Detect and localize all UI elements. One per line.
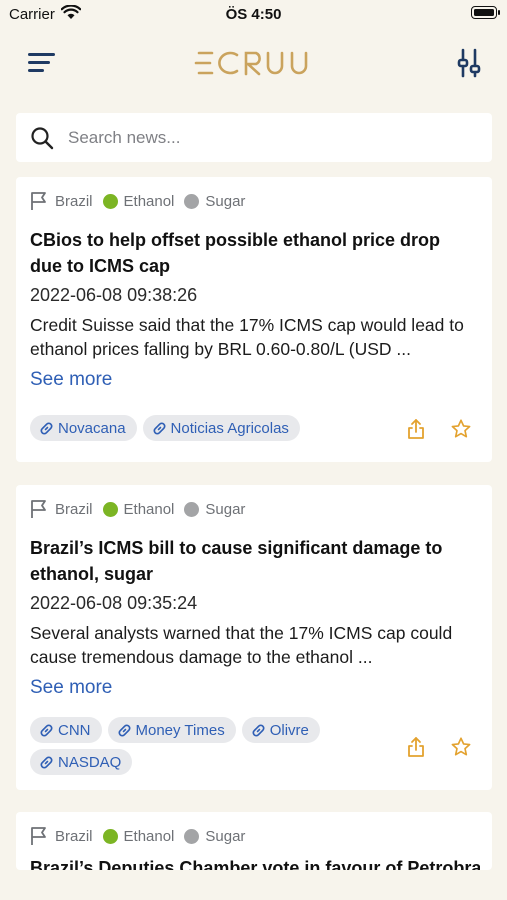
commodity-tag: Sugar — [205, 192, 246, 210]
ethanol-dot — [102, 193, 118, 209]
source-list: CNN Money Times Olivre NASDAQ — [30, 717, 360, 775]
article-date: 2022-06-08 09:35:24 — [30, 593, 198, 613]
card-actions — [406, 736, 472, 758]
flag-icon — [31, 827, 46, 845]
source-name: Money Times — [135, 721, 225, 739]
link-icon — [40, 756, 53, 768]
source-chip[interactable]: Money Times — [107, 717, 236, 743]
sugar-dot — [184, 828, 200, 844]
ecruu-logo — [194, 51, 308, 76]
link-icon — [252, 724, 265, 736]
article-title[interactable]: Brazil’s Deputies Chamber vote in favour… — [30, 858, 480, 870]
link-icon — [40, 724, 53, 736]
see-more-link[interactable]: See more — [30, 369, 112, 391]
article-summary: Credit Suisse said that the 17% ICMS cap… — [30, 315, 464, 359]
source-chip[interactable]: NASDAQ — [30, 749, 133, 775]
region-label: Brazil — [55, 192, 93, 210]
article-date: 2022-06-08 09:38:26 — [30, 285, 198, 305]
status-bar: Carrier ÖS 4:50 — [0, 0, 507, 28]
source-name: Olivre — [269, 721, 309, 739]
card-tags: Brazil Ethanol Sugar — [30, 498, 255, 520]
source-name: Noticias Agricolas — [170, 419, 289, 437]
link-icon — [118, 724, 130, 736]
source-chip[interactable]: CNN — [30, 717, 102, 743]
search-icon — [31, 127, 54, 150]
source-name: Novacana — [58, 419, 126, 437]
article-summary: Several analysts warned that the 17% ICM… — [30, 623, 453, 667]
source-list: Novacana Noticias Agricolas — [30, 415, 360, 441]
star-icon[interactable] — [450, 736, 472, 758]
ethanol-dot — [102, 828, 118, 844]
flag-icon — [31, 500, 46, 518]
filter-sliders-icon[interactable] — [457, 48, 481, 78]
news-card[interactable]: Brazil Ethanol Sugar Brazil’s ICMS bill … — [16, 485, 492, 790]
source-name: CNN — [58, 721, 91, 739]
commodity-tag: Ethanol — [123, 500, 175, 518]
search-bar[interactable] — [16, 113, 492, 162]
hamburger-menu-icon[interactable] — [28, 52, 56, 74]
clock: ÖS 4:50 — [225, 6, 282, 23]
commodity-tag: Sugar — [205, 500, 246, 518]
card-tags: Brazil Ethanol Sugar — [30, 190, 255, 212]
article-title[interactable]: CBios to help offset possible ethanol pr… — [30, 227, 470, 279]
commodity-tag: Sugar — [205, 827, 246, 845]
ethanol-dot — [102, 501, 118, 517]
region-label: Brazil — [55, 500, 93, 518]
card-actions — [406, 418, 472, 440]
flag-icon — [31, 192, 46, 210]
see-more-link[interactable]: See more — [30, 677, 112, 699]
sugar-dot — [184, 193, 200, 209]
share-icon[interactable] — [406, 736, 426, 758]
card-tags: Brazil Ethanol Sugar — [30, 825, 255, 847]
article-title[interactable]: Brazil’s ICMS bill to cause significant … — [30, 535, 470, 587]
link-icon — [40, 422, 53, 434]
source-chip[interactable]: Noticias Agricolas — [142, 415, 300, 441]
nav-bar — [0, 40, 507, 86]
search-input[interactable] — [68, 113, 468, 162]
news-card[interactable]: Brazil Ethanol Sugar CBios to help offse… — [16, 177, 492, 462]
commodity-tag: Ethanol — [123, 192, 175, 210]
share-icon[interactable] — [406, 418, 426, 440]
link-icon — [153, 422, 166, 434]
source-chip[interactable]: Novacana — [30, 415, 137, 441]
news-card[interactable]: Brazil Ethanol Sugar Brazil’s Deputies C… — [16, 812, 492, 870]
commodity-tag: Ethanol — [123, 827, 175, 845]
region-label: Brazil — [55, 827, 93, 845]
star-icon[interactable] — [450, 418, 472, 440]
source-name: NASDAQ — [58, 753, 122, 771]
sugar-dot — [184, 501, 200, 517]
battery-icon — [471, 6, 500, 19]
source-chip[interactable]: Olivre — [241, 717, 320, 743]
